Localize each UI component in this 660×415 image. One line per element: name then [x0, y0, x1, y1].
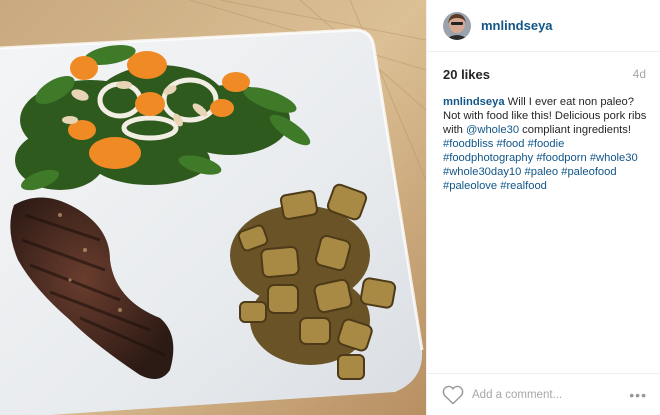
caption-username[interactable]: mnlindseya: [443, 96, 505, 108]
hashtag-link[interactable]: #realfood: [500, 180, 547, 192]
heart-icon[interactable]: [442, 385, 464, 405]
avatar[interactable]: [443, 11, 471, 40]
post-caption: mnlindseya Will I ever eat non paleo? No…: [443, 95, 650, 193]
post-stats: 20 likes 4d: [443, 66, 646, 82]
hashtag-link[interactable]: #foodie: [528, 138, 565, 150]
hashtag-link[interactable]: #foodbliss: [443, 138, 493, 150]
hashtag-link[interactable]: #foodphotography: [443, 152, 533, 164]
post-header: mnlindseya: [427, 0, 660, 52]
caption-text-end: compliant ingredients!: [519, 124, 631, 136]
username-link[interactable]: mnlindseya: [481, 18, 553, 33]
likes-count[interactable]: 20 likes: [443, 67, 490, 82]
post-details-panel: mnlindseya 20 likes 4d mnlindseya Will I…: [426, 0, 660, 415]
hashtag-link[interactable]: #paleofood: [561, 166, 616, 178]
hashtag-link[interactable]: #paleolove: [443, 180, 497, 192]
comment-bar: •••: [427, 373, 660, 415]
hashtag-link[interactable]: #whole30: [590, 152, 638, 164]
mention-link[interactable]: @whole30: [466, 124, 519, 136]
post-photo[interactable]: [0, 0, 426, 415]
more-options-icon[interactable]: •••: [629, 388, 647, 402]
post-age[interactable]: 4d: [633, 67, 646, 81]
comment-input[interactable]: [472, 388, 630, 401]
hashtag-link[interactable]: #whole30day10: [443, 166, 521, 178]
hashtag-link[interactable]: #food: [497, 138, 525, 150]
hashtag-link[interactable]: #paleo: [525, 166, 559, 178]
hashtag-link[interactable]: #foodporn: [536, 152, 586, 164]
